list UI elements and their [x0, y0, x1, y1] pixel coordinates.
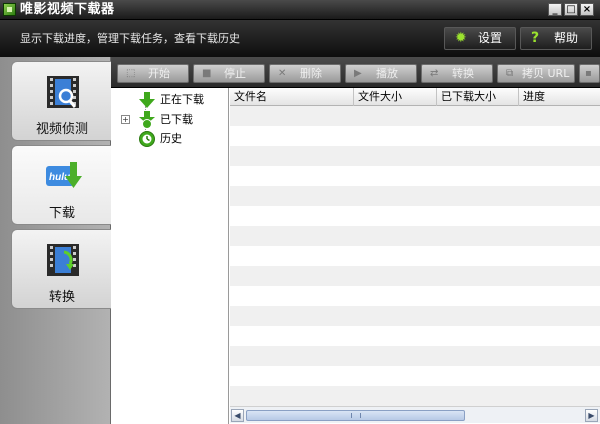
- column-header-filename[interactable]: 文件名: [230, 88, 354, 106]
- header-bar: 显示下载进度，管理下载任务，查看下载历史 ✹ 设置 ? 帮助: [0, 20, 600, 57]
- table-row: [230, 226, 600, 246]
- history-icon: [139, 131, 155, 147]
- close-button[interactable]: ×: [580, 3, 594, 16]
- stop-label: 停止: [224, 67, 246, 80]
- downloaded-icon: [139, 111, 155, 129]
- table-row: [230, 106, 600, 126]
- table-row: [230, 346, 600, 366]
- list-header: 文件名 文件大小 已下载大小 进度: [230, 88, 600, 106]
- table-row: [230, 146, 600, 166]
- table-row: [230, 166, 600, 186]
- tree-item-downloaded[interactable]: + 已下载: [111, 110, 229, 130]
- table-row: [230, 386, 600, 406]
- side-nav: 视频侦测 hulu 下载 转换: [0, 57, 111, 424]
- arrow-down-icon: [139, 92, 155, 108]
- category-tree: 正在下载 + 已下载 历史: [111, 88, 229, 424]
- copy-url-label: 拷贝 URL: [522, 67, 570, 80]
- start-icon: ⬚: [126, 68, 136, 79]
- more-icon: ▪: [585, 68, 592, 79]
- convert-arrows-icon: ⇄: [430, 68, 439, 79]
- stop-button[interactable]: ■ 停止: [193, 64, 265, 83]
- tree-item-label: 历史: [160, 132, 182, 145]
- play-label: 播放: [376, 67, 398, 80]
- download-icon: hulu: [46, 162, 82, 188]
- film-detect-icon: [47, 76, 79, 108]
- table-row: [230, 246, 600, 266]
- start-label: 开始: [148, 67, 170, 80]
- help-button[interactable]: ? 帮助: [520, 27, 592, 50]
- column-header-filesize[interactable]: 文件大小: [354, 88, 437, 106]
- table-row: [230, 206, 600, 226]
- scroll-thumb[interactable]: [246, 410, 465, 421]
- start-button[interactable]: ⬚ 开始: [117, 64, 189, 83]
- column-header-downloaded-size[interactable]: 已下载大小: [437, 88, 519, 106]
- table-row: [230, 186, 600, 206]
- tree-item-label: 正在下载: [160, 93, 204, 106]
- settings-label: 设置: [478, 31, 503, 45]
- scroll-left-icon[interactable]: ◀: [231, 409, 244, 422]
- toolbar-more-button[interactable]: ▪: [579, 64, 600, 83]
- app-title: 唯影视频下载器: [20, 2, 115, 17]
- delete-icon: ✕: [278, 68, 287, 79]
- download-list: 文件名 文件大小 已下载大小 进度 ◀ ▶: [230, 88, 600, 424]
- scroll-right-icon[interactable]: ▶: [585, 409, 598, 422]
- toolbar: ⬚ 开始 ■ 停止 ✕ 删除 ▶ 播放 ⇄ 转换 ⧉ 拷贝 URL ▪: [111, 57, 600, 88]
- tree-item-history[interactable]: 历史: [111, 129, 229, 149]
- tree-item-label: 已下载: [160, 113, 193, 126]
- nav-item-label: 视频侦测: [35, 122, 88, 137]
- delete-label: 删除: [300, 67, 322, 80]
- tree-item-downloading[interactable]: 正在下载: [111, 90, 229, 110]
- table-row: [230, 366, 600, 386]
- app-icon: [3, 3, 16, 16]
- play-button[interactable]: ▶ 播放: [345, 64, 417, 83]
- header-description: 显示下载进度，管理下载任务，查看下载历史: [20, 32, 240, 45]
- list-rows: [230, 106, 600, 406]
- table-row: [230, 266, 600, 286]
- horizontal-scrollbar[interactable]: ◀ ▶: [230, 406, 600, 423]
- table-row: [230, 126, 600, 146]
- column-header-progress[interactable]: 进度: [519, 88, 600, 106]
- question-icon: ?: [531, 30, 540, 46]
- nav-item-convert[interactable]: 转换: [11, 229, 111, 309]
- table-row: [230, 306, 600, 326]
- expand-icon[interactable]: +: [121, 115, 130, 124]
- help-label: 帮助: [554, 31, 579, 45]
- convert-button[interactable]: ⇄ 转换: [421, 64, 493, 83]
- settings-button[interactable]: ✹ 设置: [444, 27, 516, 50]
- nav-item-download[interactable]: hulu 下载: [11, 145, 111, 225]
- convert-label: 转换: [452, 67, 474, 80]
- minimize-button[interactable]: _: [548, 3, 562, 16]
- table-row: [230, 286, 600, 306]
- table-row: [230, 326, 600, 346]
- gear-icon: ✹: [455, 30, 467, 46]
- convert-icon: [47, 244, 79, 276]
- title-bar: 唯影视频下载器 _ □ ×: [0, 0, 600, 20]
- maximize-button[interactable]: □: [564, 3, 578, 16]
- nav-item-label: 转换: [48, 290, 75, 305]
- copy-url-button[interactable]: ⧉ 拷贝 URL: [497, 64, 575, 83]
- stop-icon: ■: [202, 68, 212, 79]
- copy-icon: ⧉: [506, 68, 514, 79]
- delete-button[interactable]: ✕ 删除: [269, 64, 341, 83]
- play-icon: ▶: [354, 68, 362, 79]
- nav-item-label: 下载: [48, 206, 75, 221]
- nav-item-video-detect[interactable]: 视频侦测: [11, 61, 111, 141]
